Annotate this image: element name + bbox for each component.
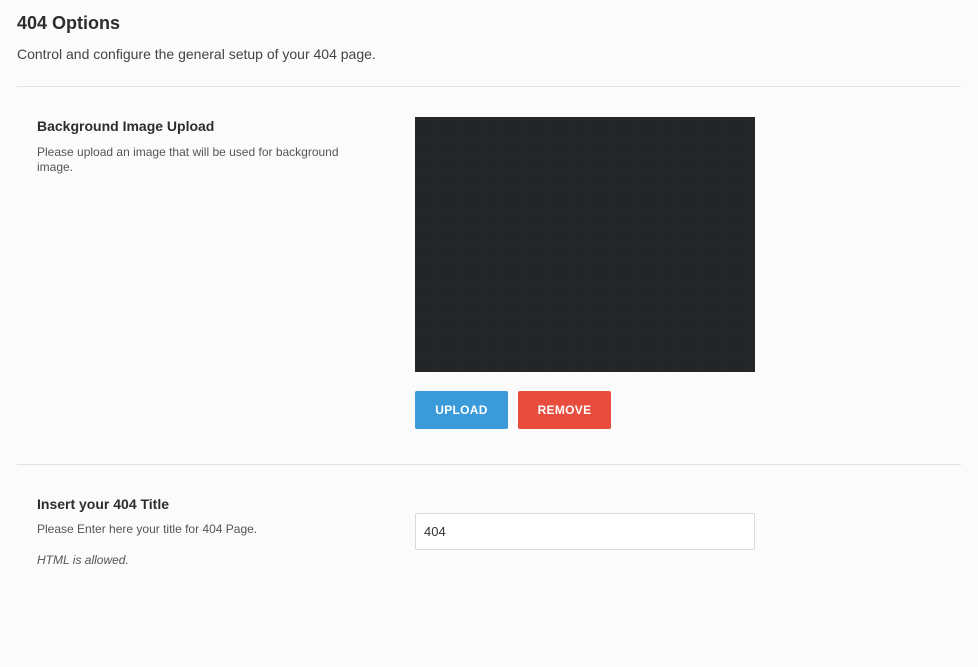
upload-button[interactable]: UPLOAD bbox=[415, 391, 508, 429]
html-allowed-note: HTML is allowed. bbox=[37, 553, 129, 567]
title-section-description: Please Enter here your title for 404 Pag… bbox=[37, 522, 258, 536]
section-divider bbox=[17, 86, 961, 87]
background-upload-description: Please upload an image that will be used… bbox=[37, 145, 339, 174]
remove-button[interactable]: REMOVE bbox=[518, 391, 611, 429]
page-title: 404 Options bbox=[17, 13, 121, 33]
404-title-input[interactable] bbox=[415, 513, 755, 550]
title-section-title: Insert your 404 Title bbox=[37, 496, 170, 512]
options-page: 404 Options Control and configure the ge… bbox=[0, 0, 978, 667]
background-upload-title: Background Image Upload bbox=[37, 118, 215, 134]
page-description: Control and configure the general setup … bbox=[17, 46, 376, 62]
section-divider bbox=[17, 464, 961, 465]
background-image-preview bbox=[415, 117, 755, 372]
